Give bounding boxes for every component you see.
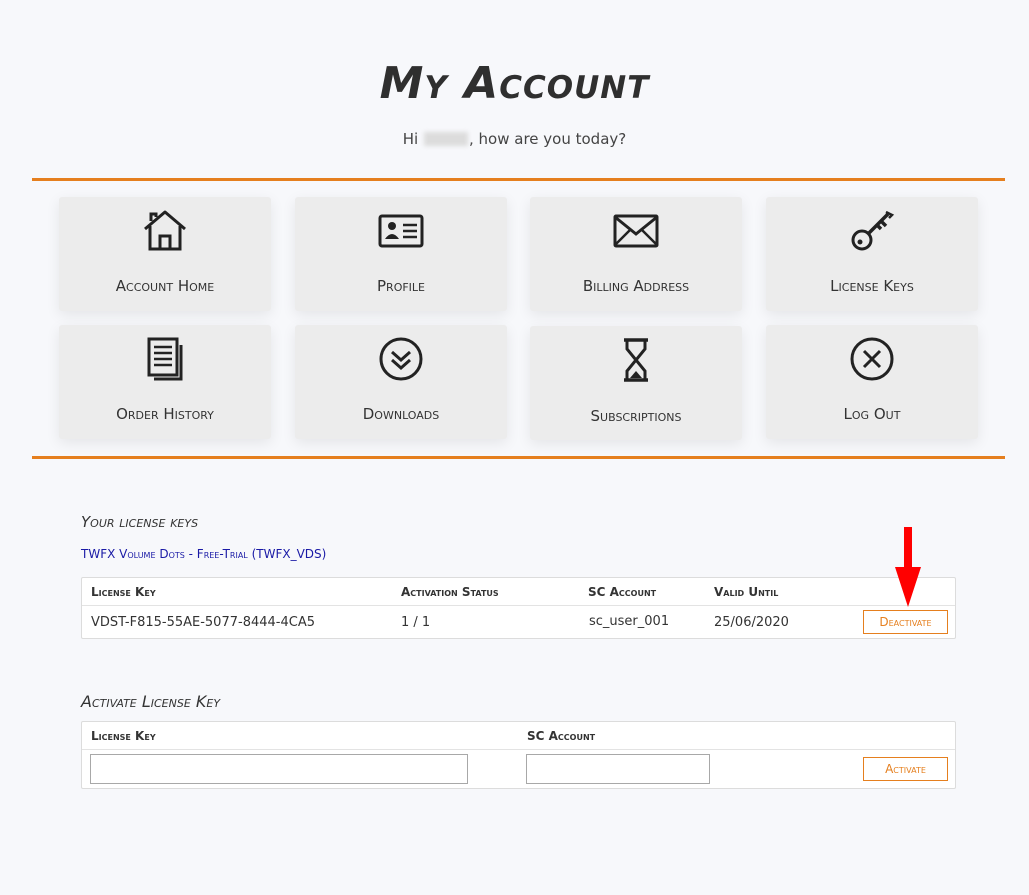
nav-tile-log-out[interactable]: Log Out — [766, 325, 978, 439]
nav-tile-label: Billing Address — [582, 277, 690, 295]
nav-tile-label: Order History — [116, 405, 214, 423]
greeting-prefix: Hi — [402, 130, 419, 148]
nav-tile-profile[interactable]: Profile — [295, 197, 507, 311]
redacted-username — [424, 132, 468, 146]
envelope-icon — [613, 214, 659, 248]
activate-section-title: Activate License Key — [81, 692, 221, 711]
nav-tile-downloads[interactable]: Downloads — [295, 325, 507, 439]
nav-tile-label: Subscriptions — [590, 407, 682, 425]
column-header-activation-status: Activation Status — [401, 585, 499, 599]
greeting-suffix: , how are you today? — [469, 130, 627, 148]
annotation-arrow-icon — [895, 527, 921, 607]
nav-tile-label: Account Home — [115, 277, 215, 295]
column-header-sc-account: SC Account — [588, 585, 657, 599]
license-key-label: License Key — [91, 729, 156, 743]
greeting: Hi , how are you today? — [0, 130, 1029, 148]
activation-status-value: 1 / 1 — [401, 615, 431, 630]
sc-account-value: sc_user_001 — [589, 614, 670, 629]
divider-bottom — [32, 456, 1005, 459]
page-title: My Account — [379, 58, 650, 109]
hourglass-icon — [624, 338, 648, 382]
documents-icon — [147, 337, 183, 381]
nav-tile-label: Log Out — [843, 405, 901, 423]
license-keys-section-title: Your license keys — [81, 513, 199, 531]
activate-button[interactable]: Activate — [863, 757, 948, 781]
nav-tile-label: Profile — [377, 277, 425, 295]
license-keys-table: License Key Activation Status SC Account… — [81, 577, 956, 639]
product-link[interactable]: TWFX Volume Dots - Free-Trial (TWFX_VDS) — [81, 547, 326, 561]
id-card-icon — [378, 214, 424, 248]
sc-account-label: SC Account — [527, 729, 596, 743]
nav-tile-label: License Keys — [830, 277, 914, 295]
activate-form: License Key SC Account Activate — [81, 721, 956, 789]
home-icon — [144, 210, 186, 251]
nav-tile-billing-address[interactable]: Billing Address — [530, 197, 742, 311]
valid-until-value: 25/06/2020 — [714, 615, 789, 630]
nav-tile-account-home[interactable]: Account Home — [59, 197, 271, 311]
nav-tile-license-keys[interactable]: License Keys — [766, 197, 978, 311]
nav-tile-subscriptions[interactable]: Subscriptions — [530, 326, 742, 440]
license-key-value: VDST-F815-55AE-5077-8444-4CA5 — [91, 615, 315, 630]
circle-x-icon — [850, 337, 894, 381]
key-icon — [851, 210, 895, 251]
form-header-divider — [82, 749, 955, 750]
sc-account-input[interactable] — [526, 754, 710, 784]
column-header-license-key: License Key — [91, 585, 156, 599]
circle-chevrons-down-icon — [379, 337, 423, 381]
nav-tile-order-history[interactable]: Order History — [59, 325, 271, 439]
column-header-valid-until: Valid Until — [714, 585, 779, 599]
nav-tile-label: Downloads — [362, 405, 440, 423]
table-header-divider — [82, 605, 955, 606]
deactivate-button[interactable]: Deactivate — [863, 610, 948, 634]
divider-top — [32, 178, 1005, 181]
license-key-input[interactable] — [90, 754, 468, 784]
